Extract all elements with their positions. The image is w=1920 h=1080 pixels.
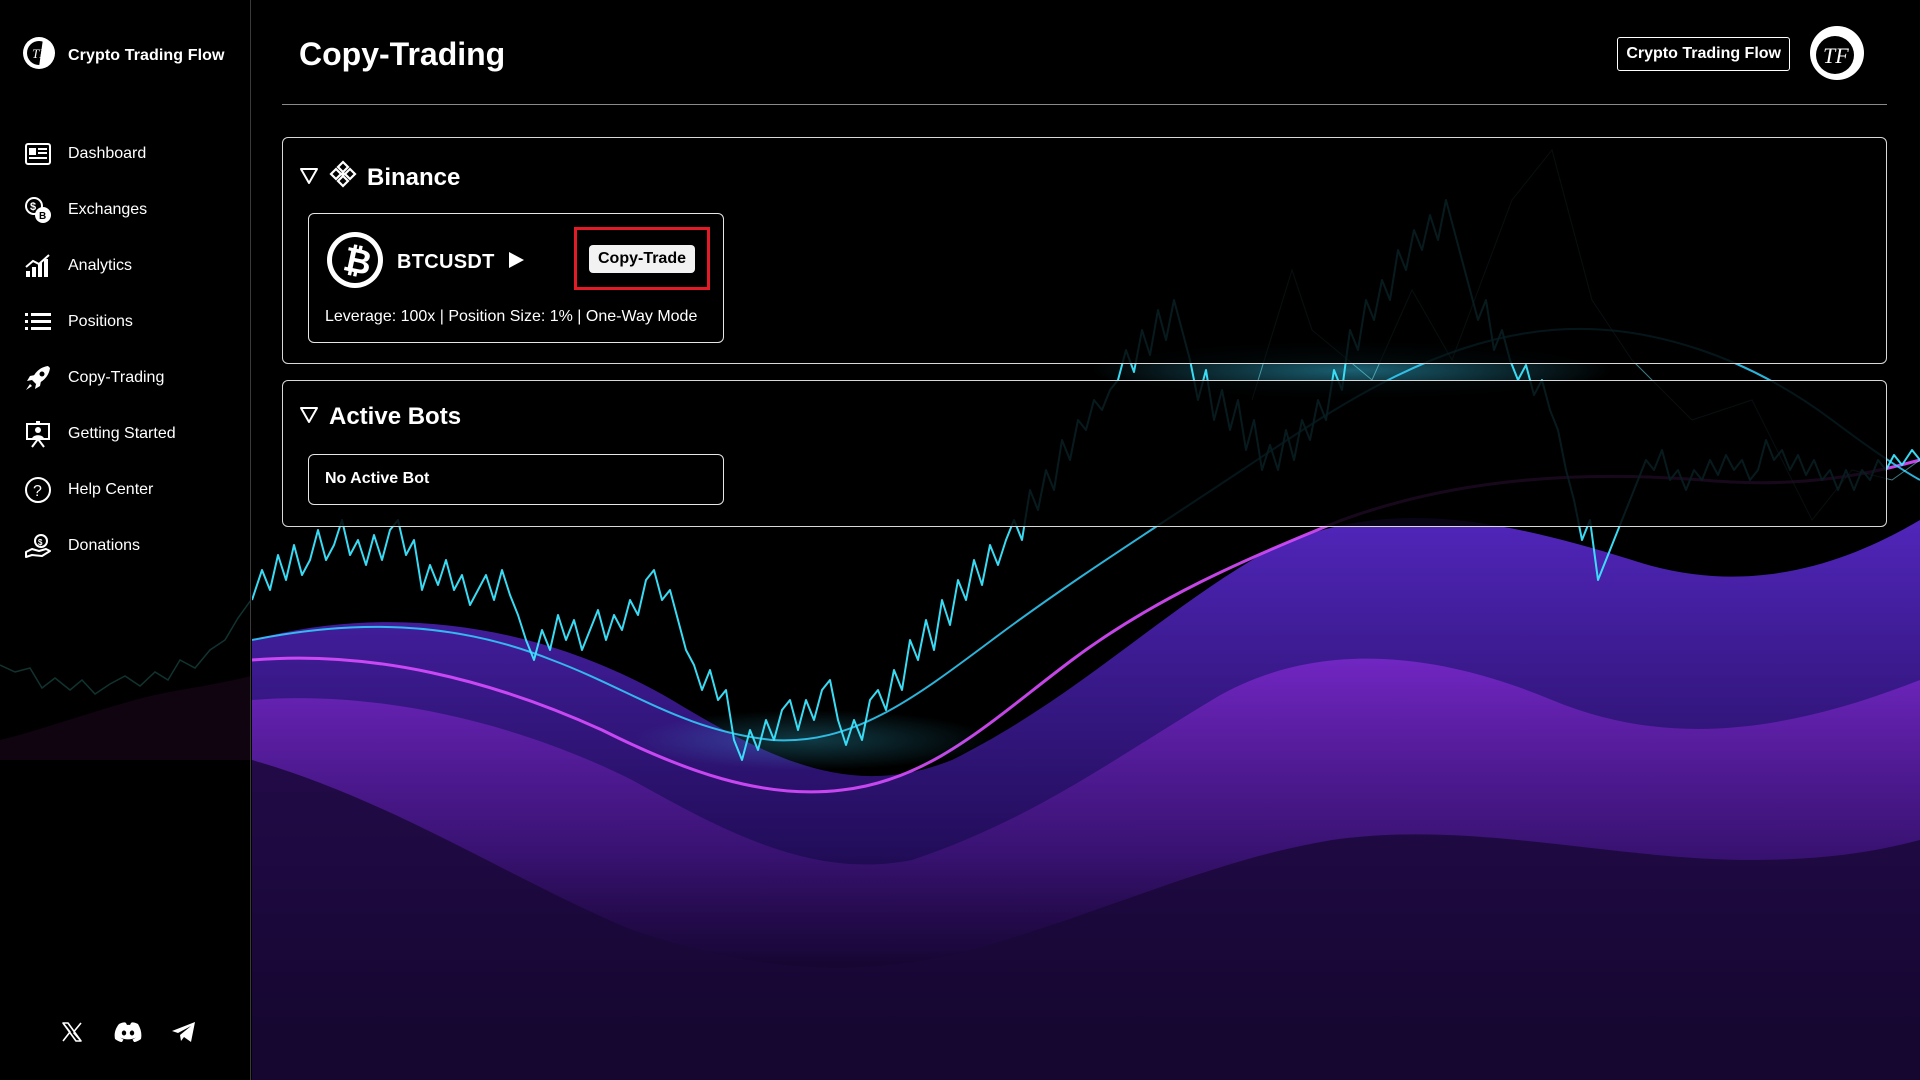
svg-text:?: ? [33,483,42,500]
sidebar-item-label: Analytics [68,257,133,274]
sidebar-item-help-center[interactable]: ? Help Center [24,462,244,518]
page-header: Copy-Trading Crypto Trading Flow TF [282,0,1887,105]
collapse-triangle-icon [299,403,319,431]
sidebar-item-label: Positions [68,313,133,330]
sidebar-item-copy-trading[interactable]: Copy-Trading [24,350,244,406]
sidebar-item-exchanges[interactable]: $ B Exchanges [24,182,244,238]
donation-icon: $ [24,532,52,560]
svg-text:TF: TF [32,46,48,61]
exchange-name: Binance [367,163,461,191]
brand[interactable]: TF Crypto Trading Flow [22,36,225,75]
sidebar-item-positions[interactable]: Positions [24,294,244,350]
trading-pair-row[interactable]: ₿ BTCUSDT [325,230,525,295]
active-bots-title: Active Bots [329,403,462,430]
sidebar-item-label: Dashboard [68,145,147,162]
exchanges-icon: $ B [24,196,52,224]
play-icon[interactable] [507,251,525,274]
bitcoin-icon: ₿ [325,230,385,295]
exchange-panel-binance: Binance ₿ BTCUSDT Copy-Trade Leverage: 1… [282,137,1887,364]
active-bots-panel: Active Bots No Active Bot [282,380,1887,527]
help-icon: ? [24,476,52,504]
sidebar-item-analytics[interactable]: Analytics [24,238,244,294]
telegram-icon[interactable] [170,1018,198,1046]
exchange-panel-header[interactable]: Binance [299,160,460,195]
pair-symbol: BTCUSDT [397,251,495,273]
sidebar-item-getting-started[interactable]: Getting Started [24,406,244,462]
svg-text:$: $ [38,538,43,547]
sidebar-item-label: Getting Started [68,425,176,442]
sidebar-item-dashboard[interactable]: Dashboard [24,126,244,182]
collapse-triangle-icon [299,164,319,192]
empty-bots-card: No Active Bot [308,454,724,505]
trading-pair-card: ₿ BTCUSDT Copy-Trade Leverage: 100x | Po… [308,213,724,343]
rocket-icon [24,364,52,392]
brand-name: Crypto Trading Flow [68,46,225,64]
main-content: Copy-Trading Crypto Trading Flow TF Bina… [252,0,1920,1080]
empty-bots-message: No Active Bot [325,470,430,487]
ctf-logo-icon: TF [22,36,56,75]
sidebar-item-donations[interactable]: $ Donations [24,518,244,574]
ctf-logo-icon[interactable]: TF [1809,22,1865,89]
sidebar: TF Crypto Trading Flow Dashboard $ B Exch… [0,0,251,1080]
sidebar-item-label: Donations [68,537,141,554]
active-bots-header[interactable]: Active Bots [299,403,461,431]
presentation-icon [24,420,52,448]
binance-icon [329,160,357,195]
copy-trade-highlight: Copy-Trade [574,227,710,290]
pair-settings-summary: Leverage: 100x | Position Size: 1% | One… [325,308,698,325]
page-title: Copy-Trading [299,36,506,72]
x-icon[interactable] [58,1018,86,1046]
analytics-icon [24,252,52,280]
sidebar-item-label: Copy-Trading [68,369,165,386]
dashboard-icon [24,140,52,168]
brand-badge[interactable]: Crypto Trading Flow [1617,37,1790,71]
discord-icon[interactable] [114,1018,142,1046]
svg-text:B: B [39,211,46,222]
social-links [58,1018,198,1046]
sidebar-item-label: Help Center [68,481,154,498]
sidebar-item-label: Exchanges [68,201,148,218]
copy-trade-button[interactable]: Copy-Trade [588,244,695,273]
svg-text:$: $ [30,201,36,213]
svg-text:TF: TF [1823,43,1849,68]
sidebar-nav: Dashboard $ B Exchanges Analytics Positio… [24,126,244,574]
list-icon [24,308,52,336]
